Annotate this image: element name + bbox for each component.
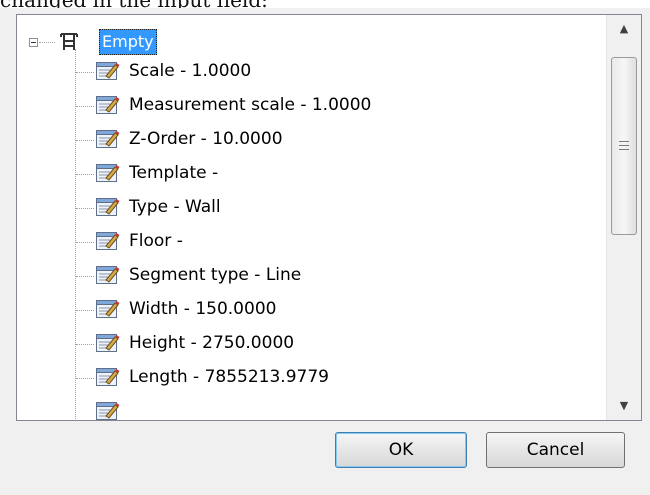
tree-connector xyxy=(76,242,94,243)
tree-item[interactable]: Height - 2750.0000 xyxy=(95,327,575,359)
tree-item-label: Measurement scale - 1.0000 xyxy=(129,95,372,115)
tree-item-label: Scale - 1.0000 xyxy=(129,61,252,81)
tree-connector xyxy=(76,106,94,107)
property-edit-icon xyxy=(95,93,121,117)
tree-item[interactable]: Template - xyxy=(95,157,575,189)
property-edit-icon xyxy=(95,331,121,355)
cancel-button[interactable]: Cancel xyxy=(486,432,625,468)
property-edit-icon xyxy=(95,195,121,219)
tree-item-label: Type - Wall xyxy=(129,197,221,217)
tree-item[interactable]: Floor - xyxy=(95,225,575,257)
tree-item[interactable]: Segment type - Line xyxy=(95,259,575,291)
grip-icon xyxy=(619,141,629,151)
tree-connector xyxy=(76,208,94,209)
tree-item[interactable]: Length - 7855213.9779 xyxy=(95,361,575,393)
tree-item[interactable]: Z-Order - 10.0000 xyxy=(95,123,575,155)
tree-item-partial xyxy=(95,395,575,420)
tree-connector xyxy=(39,42,55,43)
tree-connector xyxy=(76,378,94,379)
tree-item-label: Floor - xyxy=(129,231,183,251)
tree-item-label: Segment type - Line xyxy=(129,265,302,285)
property-edit-icon xyxy=(95,365,121,389)
tree-item[interactable]: Measurement scale - 1.0000 xyxy=(95,89,575,121)
tree-connector xyxy=(76,310,94,311)
tree-item-label: Length - 7855213.9779 xyxy=(129,367,329,387)
tree-connector xyxy=(76,72,94,73)
scroll-down-arrow-icon[interactable]: ▼ xyxy=(607,392,641,420)
property-edit-icon xyxy=(95,59,121,83)
scroll-thumb[interactable] xyxy=(611,57,637,235)
property-edit-icon xyxy=(95,127,121,151)
properties-dialog: Empty Scale - 1.0000 Measurement scale - … xyxy=(0,8,650,495)
tree-item-label: Height - 2750.0000 xyxy=(129,333,295,353)
tree-root-empty[interactable]: Empty xyxy=(99,29,157,55)
property-edit-icon xyxy=(95,161,121,185)
vertical-scrollbar[interactable]: ▲ ▼ xyxy=(606,15,641,420)
tree-item[interactable]: Type - Wall xyxy=(95,191,575,223)
properties-tree[interactable]: Empty Scale - 1.0000 Measurement scale - … xyxy=(16,14,642,421)
tree-item-label: Z-Order - 10.0000 xyxy=(129,129,283,149)
tree-item[interactable]: Width - 150.0000 xyxy=(95,293,575,325)
tree-item[interactable]: Scale - 1.0000 xyxy=(95,55,575,87)
tree-area: Empty Scale - 1.0000 Measurement scale - … xyxy=(17,15,605,420)
tree-connector xyxy=(76,276,94,277)
tree-connector xyxy=(76,174,94,175)
property-edit-icon xyxy=(95,399,121,420)
tree-item-label: Template - xyxy=(129,163,219,183)
tree-connector xyxy=(76,344,94,345)
property-edit-icon xyxy=(95,297,121,321)
tree-connector xyxy=(75,49,76,420)
property-edit-icon xyxy=(95,229,121,253)
tree-item-label: Width - 150.0000 xyxy=(129,299,277,319)
wall-object-icon xyxy=(60,33,78,50)
tree-connector xyxy=(76,140,94,141)
property-edit-icon xyxy=(95,263,121,287)
ok-button[interactable]: OK xyxy=(335,432,467,468)
scroll-up-arrow-icon[interactable]: ▲ xyxy=(607,15,641,43)
collapse-toggle[interactable] xyxy=(29,38,38,47)
